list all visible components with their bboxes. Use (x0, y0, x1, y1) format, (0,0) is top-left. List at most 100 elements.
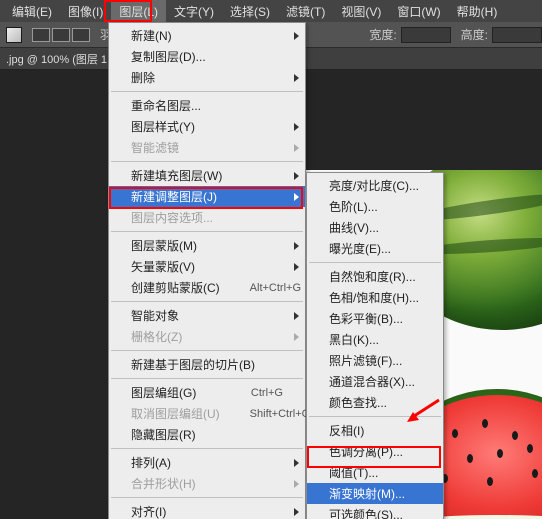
layer-menu-item[interactable]: 排列(A) (109, 452, 305, 473)
adjustment-submenu-item-label: 自然饱和度(R)... (329, 268, 416, 285)
width-input[interactable] (401, 27, 451, 43)
adjustment-submenu-item[interactable]: 阈值(T)... (307, 462, 443, 483)
layer-menu-item-label: 新建调整图层(J) (131, 188, 217, 205)
adjustment-submenu-item[interactable]: 曲线(V)... (307, 217, 443, 238)
layer-menu-item[interactable]: 新建(N) (109, 25, 305, 46)
chevron-right-icon (294, 459, 299, 467)
adjustment-submenu-item-label: 反相(I) (329, 422, 364, 439)
layer-menu-item-label: 取消图层编组(U) (131, 405, 220, 422)
layer-menu: 新建(N) 复制图层(D)...删除重命名图层... 图层样式(Y) 智能滤镜新建填充… (108, 22, 306, 519)
menu-help[interactable]: 帮助(H) (449, 0, 506, 23)
adjustment-submenu-item[interactable]: 自然饱和度(R)... (307, 266, 443, 287)
layer-menu-item-label: 新建基于图层的切片(B) (131, 356, 255, 373)
height-input[interactable] (492, 27, 542, 43)
layer-menu-item: 合并形状(H) (109, 473, 305, 494)
layer-menu-item[interactable]: 新建基于图层的切片(B) (109, 354, 305, 375)
layer-menu-item[interactable]: 重命名图层... (109, 95, 305, 116)
chevron-right-icon (294, 312, 299, 320)
menu-layer[interactable]: 图层(L) (111, 0, 166, 23)
layer-menu-item[interactable]: 图层样式(Y) (109, 116, 305, 137)
adjustment-submenu-item[interactable]: 色彩平衡(B)... (307, 308, 443, 329)
chevron-right-icon (294, 32, 299, 40)
adjustment-submenu-separator (309, 262, 441, 263)
layer-menu-item[interactable]: 对齐(I) (109, 501, 305, 519)
layer-menu-separator (111, 497, 303, 498)
layer-menu-item-label: 排列(A) (131, 454, 171, 471)
layer-menu-item: 智能滤镜 (109, 137, 305, 158)
menu-window[interactable]: 窗口(W) (389, 0, 448, 23)
menu-view[interactable]: 视图(V) (333, 0, 389, 23)
adjustment-submenu-item[interactable]: 亮度/对比度(C)... (307, 175, 443, 196)
layer-menu-item[interactable]: 新建调整图层(J) (109, 186, 305, 207)
menu-filter[interactable]: 滤镜(T) (278, 0, 333, 23)
adjustment-submenu-item[interactable]: 通道混合器(X)... (307, 371, 443, 392)
adjustment-submenu-item-label: 阈值(T)... (329, 464, 378, 481)
adjustment-submenu-item[interactable]: 色调分离(P)... (307, 441, 443, 462)
height-label: 高度: (461, 26, 488, 43)
adjustment-submenu-item-label: 色彩平衡(B)... (329, 310, 403, 327)
new-adjustment-layer-submenu: 亮度/对比度(C)... 色阶(L)... 曲线(V)... 曝光度(E)... 自然饱… (306, 172, 444, 519)
menu-image[interactable]: 图像(I) (60, 0, 111, 23)
layer-menu-item-label: 栅格化(Z) (131, 328, 182, 345)
layer-menu-item[interactable]: 矢量蒙版(V) (109, 256, 305, 277)
layer-menu-separator (111, 301, 303, 302)
chevron-right-icon (294, 263, 299, 271)
layer-menu-separator (111, 378, 303, 379)
selection-mode-icon[interactable] (32, 28, 50, 42)
layer-menu-item-label: 创建剪贴蒙版(C) (131, 279, 220, 296)
layer-menu-item: 图层内容选项... (109, 207, 305, 228)
adjustment-submenu-item-label: 曝光度(E)... (329, 240, 391, 257)
adjustment-submenu-item[interactable]: 照片滤镜(F)... (307, 350, 443, 371)
layer-menu-separator (111, 231, 303, 232)
layer-menu-item-label: 智能对象 (131, 307, 179, 324)
adjustment-submenu-item-label: 可选颜色(S)... (329, 506, 403, 519)
layer-menu-item-label: 隐藏图层(R) (131, 426, 196, 443)
adjustment-submenu-item[interactable]: 曝光度(E)... (307, 238, 443, 259)
layer-menu-item[interactable]: 隐藏图层(R) (109, 424, 305, 445)
layer-menu-item[interactable]: 创建剪贴蒙版(C) Alt+Ctrl+G (109, 277, 305, 298)
layer-menu-item[interactable]: 图层蒙版(M) (109, 235, 305, 256)
adjustment-submenu-item[interactable]: 黑白(K)... (307, 329, 443, 350)
shortcut-label: Ctrl+G (251, 387, 283, 399)
layer-menu-item-label: 图层样式(Y) (131, 118, 195, 135)
adjustment-submenu-item[interactable]: 颜色查找... (307, 392, 443, 413)
chevron-right-icon (294, 508, 299, 516)
layer-menu-item-label: 新建填充图层(W) (131, 167, 222, 184)
chevron-right-icon (294, 480, 299, 488)
adjustment-submenu-item[interactable]: 色阶(L)... (307, 196, 443, 217)
layer-menu-item[interactable]: 智能对象 (109, 305, 305, 326)
shortcut-label: Shift+Ctrl+G (250, 408, 311, 420)
adjustment-submenu-item[interactable]: 色相/饱和度(H)... (307, 287, 443, 308)
adjustment-submenu-item-label: 通道混合器(X)... (329, 373, 415, 390)
layer-menu-item-label: 智能滤镜 (131, 139, 179, 156)
document-title: .jpg @ 100% (图层 1, R (6, 51, 121, 67)
chevron-right-icon (294, 172, 299, 180)
layer-menu-item[interactable]: 新建填充图层(W) (109, 165, 305, 186)
adjustment-submenu-item-label: 色调分离(P)... (329, 443, 403, 460)
layer-menu-item-label: 对齐(I) (131, 503, 166, 519)
layer-menu-item[interactable]: 复制图层(D)... (109, 46, 305, 67)
selection-mode-icon[interactable] (52, 28, 70, 42)
menu-select[interactable]: 选择(S) (222, 0, 278, 23)
adjustment-submenu-item[interactable]: 渐变映射(M)... (307, 483, 443, 504)
menu-edit[interactable]: 编辑(E) (4, 0, 60, 23)
menu-type[interactable]: 文字(Y) (166, 0, 222, 23)
layer-menu-item-label: 矢量蒙版(V) (131, 258, 195, 275)
adjustment-submenu-item[interactable]: 反相(I) (307, 420, 443, 441)
adjustment-submenu-item-label: 色阶(L)... (329, 198, 378, 215)
shortcut-label: Alt+Ctrl+G (250, 282, 301, 294)
tool-preset-swatch[interactable] (6, 27, 22, 43)
adjustment-submenu-separator (309, 416, 441, 417)
selection-mode-icon[interactable] (72, 28, 90, 42)
chevron-right-icon (294, 333, 299, 341)
chevron-right-icon (294, 74, 299, 82)
layer-menu-item[interactable]: 图层编组(G)Ctrl+G (109, 382, 305, 403)
adjustment-submenu-item[interactable]: 可选颜色(S)... (307, 504, 443, 519)
layer-menu-separator (111, 161, 303, 162)
layer-menu-item[interactable]: 删除 (109, 67, 305, 88)
layer-menu-item: 取消图层编组(U)Shift+Ctrl+G (109, 403, 305, 424)
layer-menu-item-label: 新建(N) (131, 27, 172, 44)
width-label: 宽度: (369, 26, 396, 43)
adjustment-submenu-item-label: 曲线(V)... (329, 219, 379, 236)
adjustment-submenu-item-label: 渐变映射(M)... (329, 485, 405, 502)
